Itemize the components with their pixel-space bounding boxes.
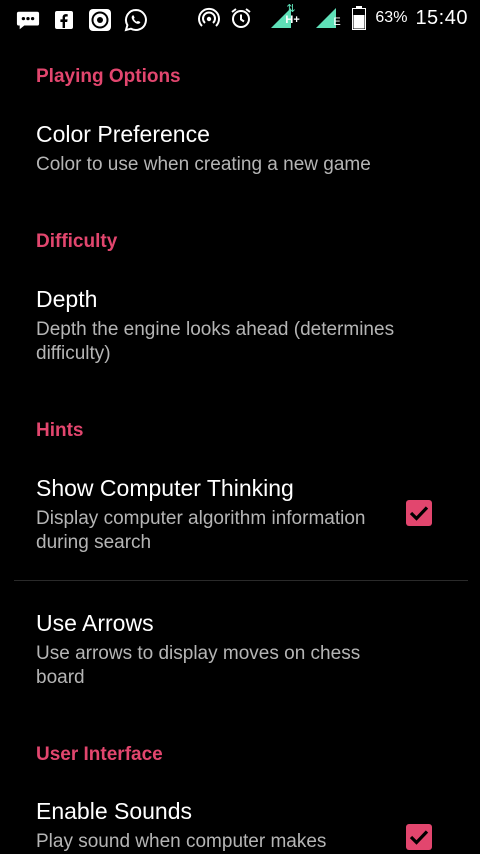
check-icon bbox=[409, 830, 429, 845]
alarm-icon bbox=[229, 6, 253, 30]
pref-summary: Display computer algorithm information d… bbox=[36, 508, 366, 553]
notification-icons bbox=[16, 8, 148, 32]
hotspot-icon bbox=[197, 6, 221, 30]
data-arrows-icon: ⇅ bbox=[286, 3, 296, 15]
settings-screen: H+ ⇅ E 63% 15:40 Playing Options Color P… bbox=[0, 0, 480, 854]
section-header-difficulty: Difficulty bbox=[36, 231, 118, 252]
facebook-icon bbox=[52, 8, 76, 32]
pref-summary: Color to use when creating a new game bbox=[36, 154, 371, 175]
network-type-label-2: E bbox=[333, 16, 341, 28]
status-bar: H+ ⇅ E 63% 15:40 bbox=[0, 0, 480, 40]
pref-show-computer-thinking[interactable]: Show Computer Thinking Display computer … bbox=[0, 460, 480, 572]
section-header-user-interface: User Interface bbox=[36, 744, 163, 765]
whatsapp-icon bbox=[124, 8, 148, 32]
enable-sounds-checkbox[interactable] bbox=[406, 824, 432, 850]
section-header-hints: Hints bbox=[36, 420, 84, 441]
list-divider bbox=[14, 580, 468, 581]
signal-icon-2: E bbox=[309, 6, 343, 30]
pref-color-preference[interactable]: Color Preference Color to use when creat… bbox=[0, 106, 480, 196]
pref-use-arrows[interactable]: Use Arrows Use arrows to display moves o… bbox=[0, 596, 480, 706]
pref-summary: Depth the engine looks ahead (determines… bbox=[36, 319, 395, 364]
show-thinking-checkbox[interactable] bbox=[406, 500, 432, 526]
pref-enable-sounds[interactable]: Enable Sounds Play sound when computer m… bbox=[0, 784, 480, 854]
clock: 15:40 bbox=[415, 6, 468, 29]
app-badge-icon bbox=[88, 8, 112, 32]
chat-icon bbox=[16, 8, 40, 32]
pref-summary: Use arrows to display moves on chess boa… bbox=[36, 643, 361, 688]
pref-title: Depth bbox=[36, 286, 98, 312]
pref-depth[interactable]: Depth Depth the engine looks ahead (dete… bbox=[0, 270, 480, 380]
battery-percent: 63% bbox=[375, 9, 408, 26]
system-icons: H+ ⇅ E 63% 15:40 bbox=[197, 3, 468, 30]
pref-title: Enable Sounds bbox=[36, 798, 193, 824]
pref-title: Show Computer Thinking bbox=[36, 475, 294, 501]
check-icon bbox=[409, 506, 429, 521]
pref-title: Use Arrows bbox=[36, 610, 154, 636]
pref-title: Color Preference bbox=[36, 121, 210, 147]
pref-summary: Play sound when computer makes bbox=[36, 831, 327, 852]
signal-icon: H+ ⇅ bbox=[261, 3, 301, 30]
battery-icon bbox=[351, 6, 367, 30]
section-header-playing-options: Playing Options bbox=[36, 66, 181, 87]
network-type-label: H+ bbox=[285, 14, 300, 26]
